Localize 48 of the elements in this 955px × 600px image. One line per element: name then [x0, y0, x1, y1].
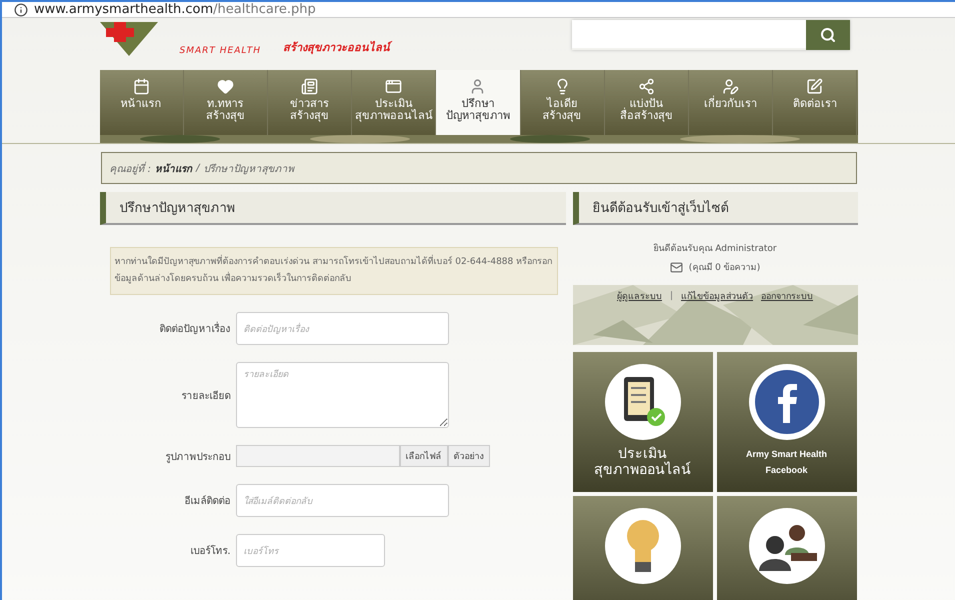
nav-icon	[385, 78, 402, 95]
nav-icon	[216, 78, 234, 95]
text-field[interactable]: ใส่อีเมล์ติดต่อกลับ	[236, 484, 448, 517]
account-link[interactable]: แก้ไขข้อมูลส่วนตัว	[681, 289, 754, 303]
field-label: อีเมล์ติดต่อ	[184, 494, 232, 508]
nav-icon	[132, 78, 150, 95]
nav-icon	[301, 78, 318, 95]
url-host[interactable]: www.armysmarthealth.com	[34, 2, 214, 17]
logo-subtitle: SMART HEALTH	[180, 46, 262, 56]
field-label: รายละเอียด	[180, 390, 232, 402]
nav-tab[interactable]: ปรึกษา ปัญหาสุขภาพ	[436, 70, 521, 135]
search-button[interactable]	[806, 20, 850, 50]
breadcrumb-separator: /	[196, 162, 200, 174]
file-field[interactable]	[236, 445, 400, 467]
notice-text: หากท่านใดมีปัญหาสุขภาพที่ต้องการคำตอบเร่งด่วน สามารถโทรเข้าไปสอบถามได้ที่เบอร์ 02-644-4888 หรือกรอกข้อมูลด้านล่างโดยครบถ้วน เพื่อความรวดเร็วในการติดต่อกลับ	[110, 247, 558, 295]
account-link[interactable]: ออกจากระบบ	[761, 289, 814, 303]
message-count: (คุณมี 0 ข้อความ)	[688, 262, 760, 274]
section-heading: ปรึกษาปัญหาสุขภาพ	[100, 192, 566, 225]
nav-icon	[722, 78, 740, 95]
details-field[interactable]: รายละเอียด	[236, 362, 448, 428]
nav-icon	[638, 78, 655, 95]
logo-tagline: สร้างสุขภาวะออนไลน์	[283, 40, 390, 56]
shortcut-tile[interactable]: ประเมิน สุขภาพออนไลน์	[572, 352, 712, 492]
greeting-text: ยินดีต้อนรับคุณ Administrator	[653, 242, 777, 255]
breadcrumb-label: คุณอยู่ที่ :	[110, 160, 152, 176]
nav-icon	[806, 78, 824, 95]
info-icon[interactable]	[14, 2, 28, 16]
search-field[interactable]	[572, 20, 806, 48]
facebook-icon	[754, 369, 820, 435]
text-field[interactable]: ติดต่อปัญหาเรื่อง	[236, 312, 448, 345]
field-label: เบอร์โทร.	[189, 544, 232, 558]
mail-icon[interactable]	[670, 260, 683, 274]
shortcut-tile[interactable]	[716, 496, 856, 600]
field-label: รูปภาพประกอบ	[164, 450, 232, 464]
breadcrumb-link[interactable]: หน้าแรก	[155, 160, 192, 176]
section-heading: ยินดีต้อนรับเข้าสู่เว็บไซต์	[572, 192, 858, 225]
url-path[interactable]: /healthcare.php	[213, 2, 316, 17]
shortcut-tile[interactable]: Army Smart Health Facebook	[716, 352, 856, 492]
logo-icon	[100, 22, 158, 56]
search-icon	[820, 27, 836, 43]
account-link[interactable]: ผู้ดูแลระบบ	[616, 289, 662, 303]
field-label: ติดต่อปัญหาเรื่อง	[100, 321, 236, 336]
file-button[interactable]: ตัวอย่าง	[448, 445, 490, 467]
breadcrumb-current: ปรึกษาปัญหาสุขภาพ	[203, 162, 294, 176]
link-separator: |	[670, 291, 674, 301]
file-button[interactable]: เลือกไฟล์	[400, 445, 448, 467]
phone-field[interactable]: เบอร์โทร	[236, 534, 384, 567]
shortcut-tile[interactable]	[572, 496, 712, 600]
